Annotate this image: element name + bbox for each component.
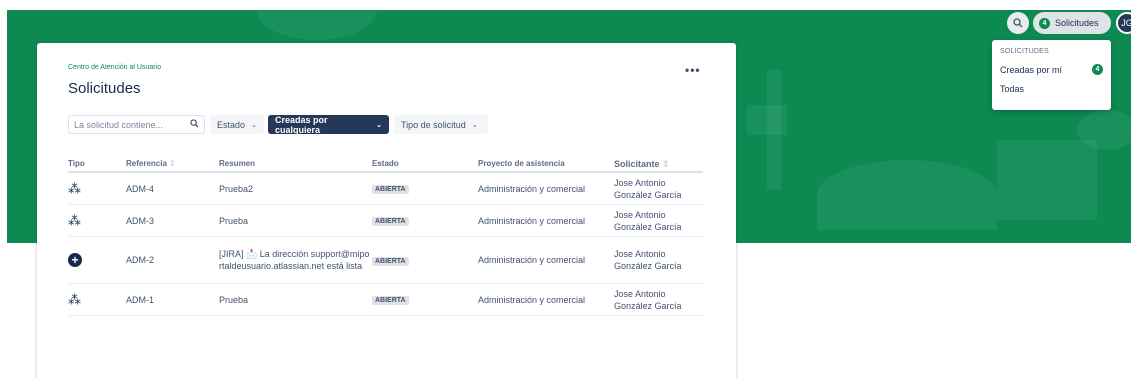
banner-decoration [817, 160, 997, 230]
avatar[interactable]: JG [1116, 12, 1131, 34]
dropdown-title: SOLICITUDES [1000, 48, 1049, 55]
reference-cell[interactable]: ADM-1 [126, 295, 219, 305]
column-header-label: Solicitante [614, 158, 660, 169]
type-cell: ⁂ [68, 181, 126, 197]
status-badge: ABIERTA [372, 217, 409, 226]
dropdown-item-label: Creadas por mí [1000, 64, 1063, 75]
dropdown-item-count-badge: 4 [1092, 64, 1103, 75]
status-filter-label: Estado [217, 119, 246, 130]
status-badge: ABIERTA [372, 256, 409, 266]
requests-dropdown: SOLICITUDES Creadas por mí 4 Todas [992, 40, 1111, 110]
more-options-button[interactable]: ••• [685, 63, 701, 77]
created-by-filter-button[interactable]: Creadas por cualquiera ⌄ [268, 114, 389, 135]
reference-cell[interactable]: ADM-2 [126, 255, 219, 265]
table-header: Tipo Referencia ⇕ Resumen Estado Proyect… [68, 156, 703, 173]
status-badge: ABIERTA [372, 185, 409, 194]
sort-icon: ⇕ [166, 159, 176, 168]
dropdown-item-label: Todas [1000, 84, 1025, 94]
column-header-label: Referencia [126, 159, 167, 168]
column-header-requester[interactable]: Solicitante ⇕ [614, 158, 703, 170]
search-icon[interactable] [1007, 12, 1029, 34]
status-badge: ABIERTA [372, 296, 409, 305]
project-cell[interactable]: Administración y comercial [478, 184, 614, 194]
page-title: Solicitudes [68, 80, 141, 97]
summary-cell[interactable]: Prueba2 [219, 183, 372, 195]
column-header-type: Tipo [68, 159, 85, 168]
status-cell: ABIERTA [372, 183, 478, 194]
status-cell: ABIERTA [372, 294, 478, 305]
chevron-down-icon: ⌄ [376, 121, 382, 129]
sort-icon: ⇕ [659, 158, 670, 169]
banner-decoration [747, 105, 787, 135]
requests-table: Tipo Referencia ⇕ Resumen Estado Proyect… [68, 156, 703, 316]
column-header-status: Estado [372, 159, 399, 168]
request-type-filter-button[interactable]: Tipo de solicitud ⌄ [394, 115, 488, 134]
type-cell: + [68, 253, 126, 267]
chevron-down-icon: ⌄ [251, 121, 257, 129]
requester-cell: Jose Antonio González García [614, 209, 682, 232]
reference-cell[interactable]: ADM-4 [126, 184, 219, 194]
summary-cell[interactable]: Prueba [219, 215, 372, 227]
type-cell: ⁂ [68, 213, 126, 229]
created-by-filter-label: Creadas por cualquiera [275, 114, 328, 135]
users-icon: ⁂ [68, 291, 81, 307]
requests-button[interactable]: 4 Solicitudes [1033, 12, 1111, 34]
banner-decoration [1077, 110, 1131, 150]
breadcrumb[interactable]: Centro de Atención al Usuario [68, 64, 161, 71]
type-cell: ⁂ [68, 292, 126, 308]
column-header-project: Proyecto de asistencia [478, 159, 565, 168]
requests-card: Centro de Atención al Usuario Solicitude… [37, 43, 736, 378]
project-cell[interactable]: Administración y comercial [478, 216, 614, 226]
summary-cell[interactable]: Prueba [219, 294, 372, 306]
request-type-filter-label: Tipo de solicitud [401, 119, 466, 130]
column-header-summary: Resumen [219, 158, 256, 168]
request-search-field[interactable] [68, 115, 205, 134]
requester-cell: Jose Antonio González García [614, 177, 682, 200]
request-search-input[interactable] [74, 119, 184, 130]
status-cell: ABIERTA [372, 215, 478, 226]
project-cell[interactable]: Administración y comercial [478, 255, 614, 265]
chevron-down-icon: ⌄ [471, 121, 478, 129]
users-icon: ⁂ [68, 180, 81, 196]
status-filter-button[interactable]: Estado ⌄ [210, 115, 264, 134]
banner-decoration [257, 10, 377, 40]
search-icon-glyph [1013, 18, 1023, 28]
plus-circle-icon: + [68, 253, 82, 267]
table-row[interactable]: ⁂ ADM-1 Prueba ABIERTA Administración y … [68, 284, 703, 316]
requester-cell: Jose Antonio González García [614, 249, 682, 271]
summary-cell[interactable]: [JIRA] 📩 La dirección support@miportalde… [219, 248, 372, 272]
reference-cell[interactable]: ADM-3 [126, 216, 219, 226]
dropdown-item-created-by-me[interactable]: Creadas por mí 4 [1000, 64, 1103, 75]
requester-cell: Jose Antonio González García [614, 288, 682, 311]
banner-decoration [997, 140, 1097, 220]
column-header-reference[interactable]: Referencia ⇕ [126, 159, 219, 168]
table-row[interactable]: + ADM-2 [JIRA] 📩 La dirección support@mi… [68, 237, 703, 284]
search-icon[interactable] [190, 118, 199, 131]
requests-label: Solicitudes [1055, 18, 1099, 28]
users-icon: ⁂ [68, 212, 81, 228]
status-cell: ABIERTA [372, 255, 478, 266]
dropdown-item-all[interactable]: Todas [1000, 84, 1103, 94]
table-row[interactable]: ⁂ ADM-3 Prueba ABIERTA Administración y … [68, 205, 703, 237]
table-row[interactable]: ⁂ ADM-4 Prueba2 ABIERTA Administración y… [68, 173, 703, 205]
project-cell[interactable]: Administración y comercial [478, 295, 614, 305]
requests-count-badge: 4 [1039, 17, 1050, 29]
